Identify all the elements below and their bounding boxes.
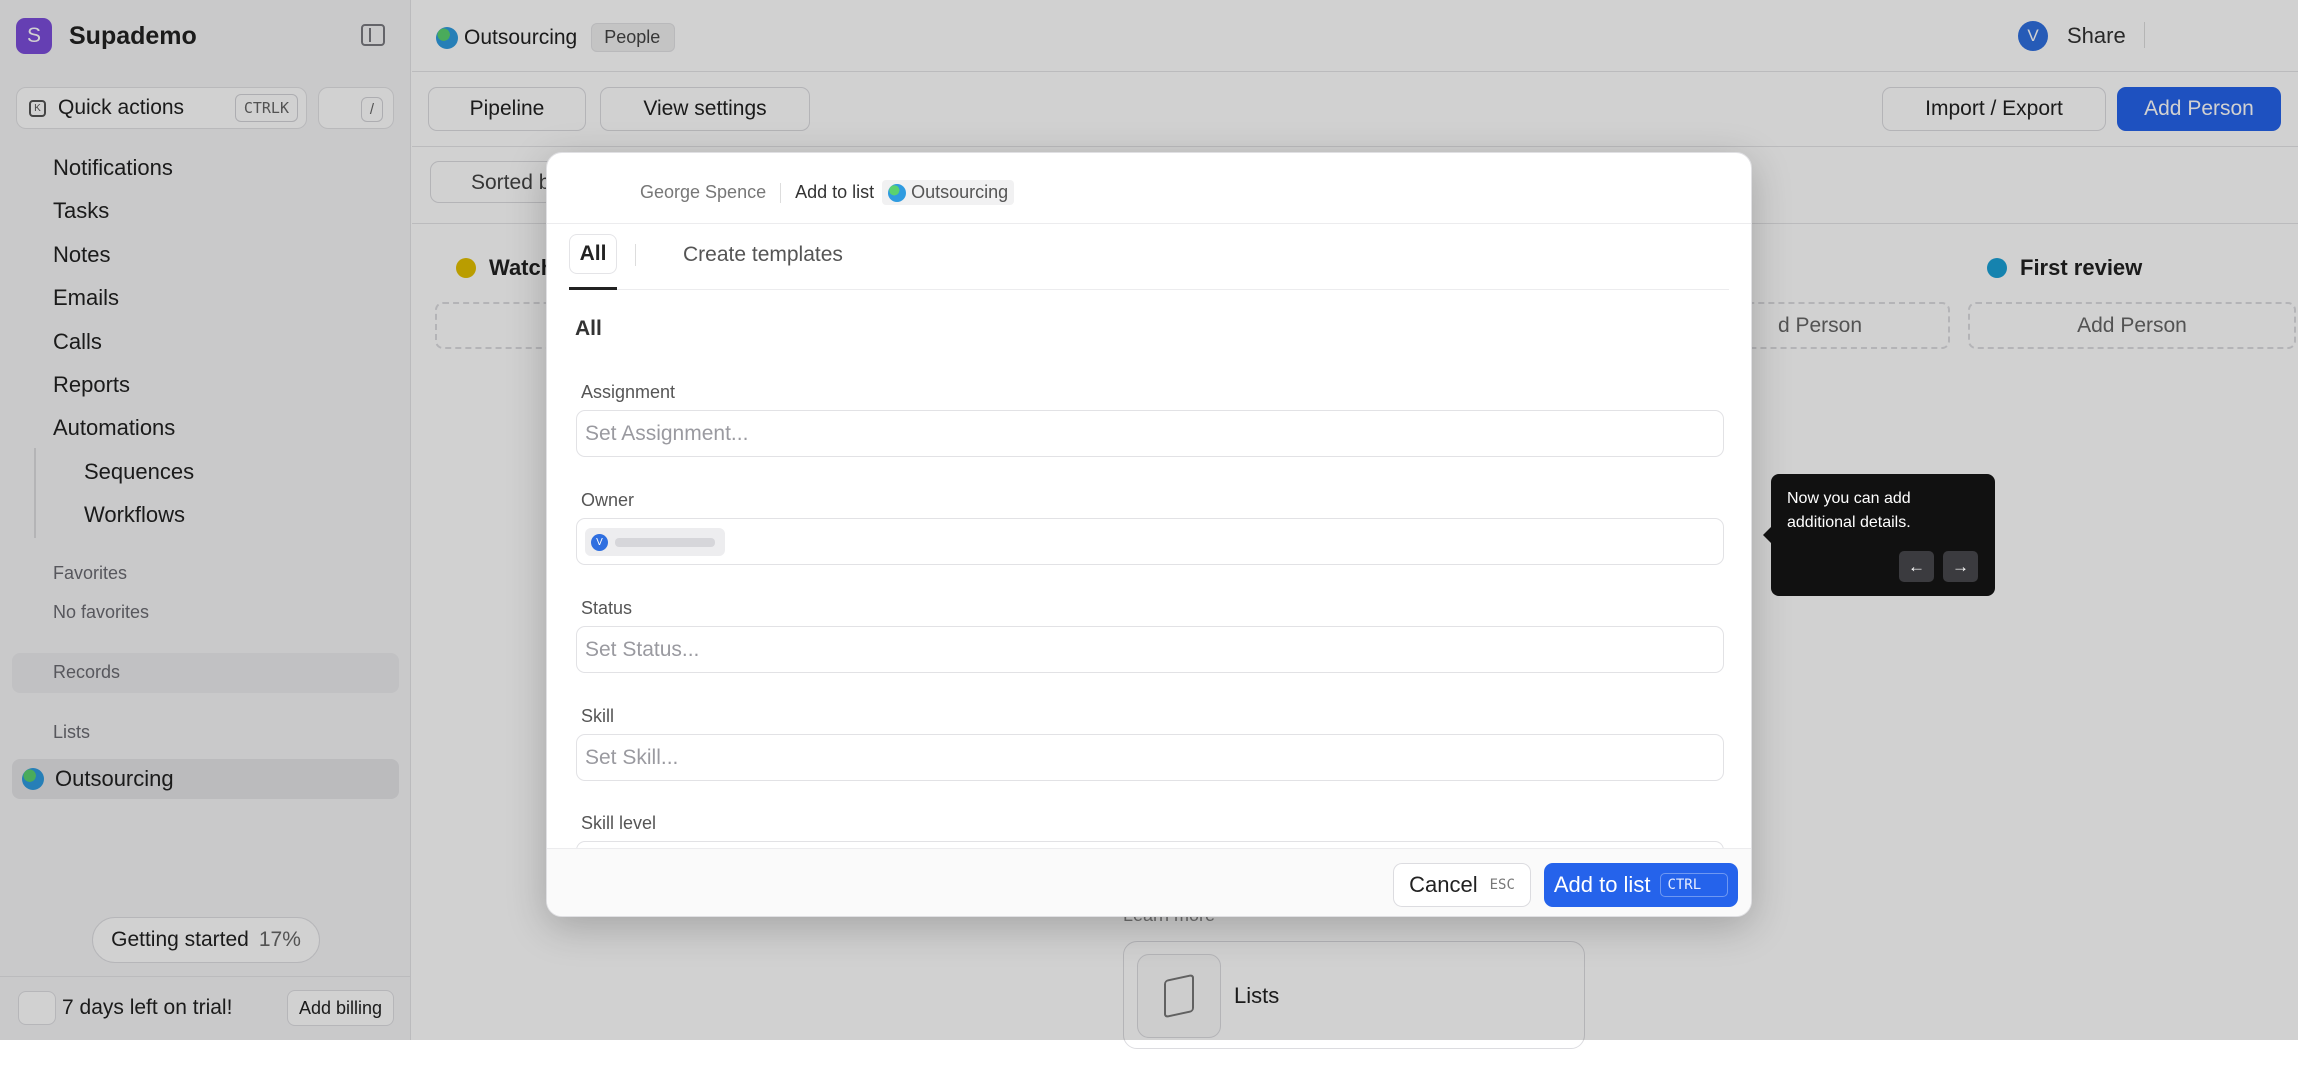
modal-body[interactable]: All Assignment Set Assignment... Owner V… [547,291,1751,848]
owner-chip[interactable]: V [585,528,725,556]
owner-name-redacted [615,538,715,547]
tooltip-text: Now you can add additional details. [1787,490,1911,531]
cancel-shortcut: ESC [1489,877,1515,893]
add-to-list-shortcut: CTRL [1660,873,1729,897]
add-to-list-button[interactable]: Add to list CTRL [1544,863,1738,907]
modal-header: George Spence Add to list Outsourcing [547,153,1751,224]
status-label: Status [581,598,633,618]
skill-level-label: Skill level [581,813,657,833]
arrow-left-icon[interactable]: ← [1899,551,1934,582]
modal-breadcrumb: George Spence Add to list Outsourcing [640,180,1015,205]
modal-footer: Cancel ESC Add to list CTRL [547,848,1751,916]
tab-create-templates[interactable]: Create templates [683,243,843,267]
skill-level-field[interactable] [576,841,1724,848]
walkthrough-tooltip: Now you can add additional details. ← → [1763,474,1995,596]
cancel-label: Cancel [1409,872,1478,897]
cancel-button[interactable]: Cancel ESC [1393,863,1531,907]
divider [780,182,782,203]
arrow-right-icon[interactable]: → [1943,551,1978,582]
modal-tabs: All Create templates [569,224,1729,290]
list-tag: Outsourcing [882,180,1015,205]
status-field[interactable]: Set Status... [576,626,1724,673]
globe-icon [888,183,907,202]
modal-action: Add to list [795,182,875,202]
avatar: V [591,534,608,551]
add-to-list-modal: George Spence Add to list Outsourcing Al… [546,152,1752,917]
divider [635,244,636,266]
owner-field[interactable]: V [576,518,1724,565]
assignment-field[interactable]: Set Assignment... [576,410,1724,457]
tab-all[interactable]: All [569,234,617,274]
record-name: George Spence [640,182,767,202]
assignment-label: Assignment [581,382,676,402]
active-tab-indicator [569,287,617,290]
owner-label: Owner [581,490,635,510]
list-tag-label: Outsourcing [911,182,1009,202]
skill-label: Skill [581,706,615,726]
section-title: All [575,317,602,340]
add-to-list-label: Add to list [1553,872,1651,897]
skill-field[interactable]: Set Skill... [576,734,1724,781]
